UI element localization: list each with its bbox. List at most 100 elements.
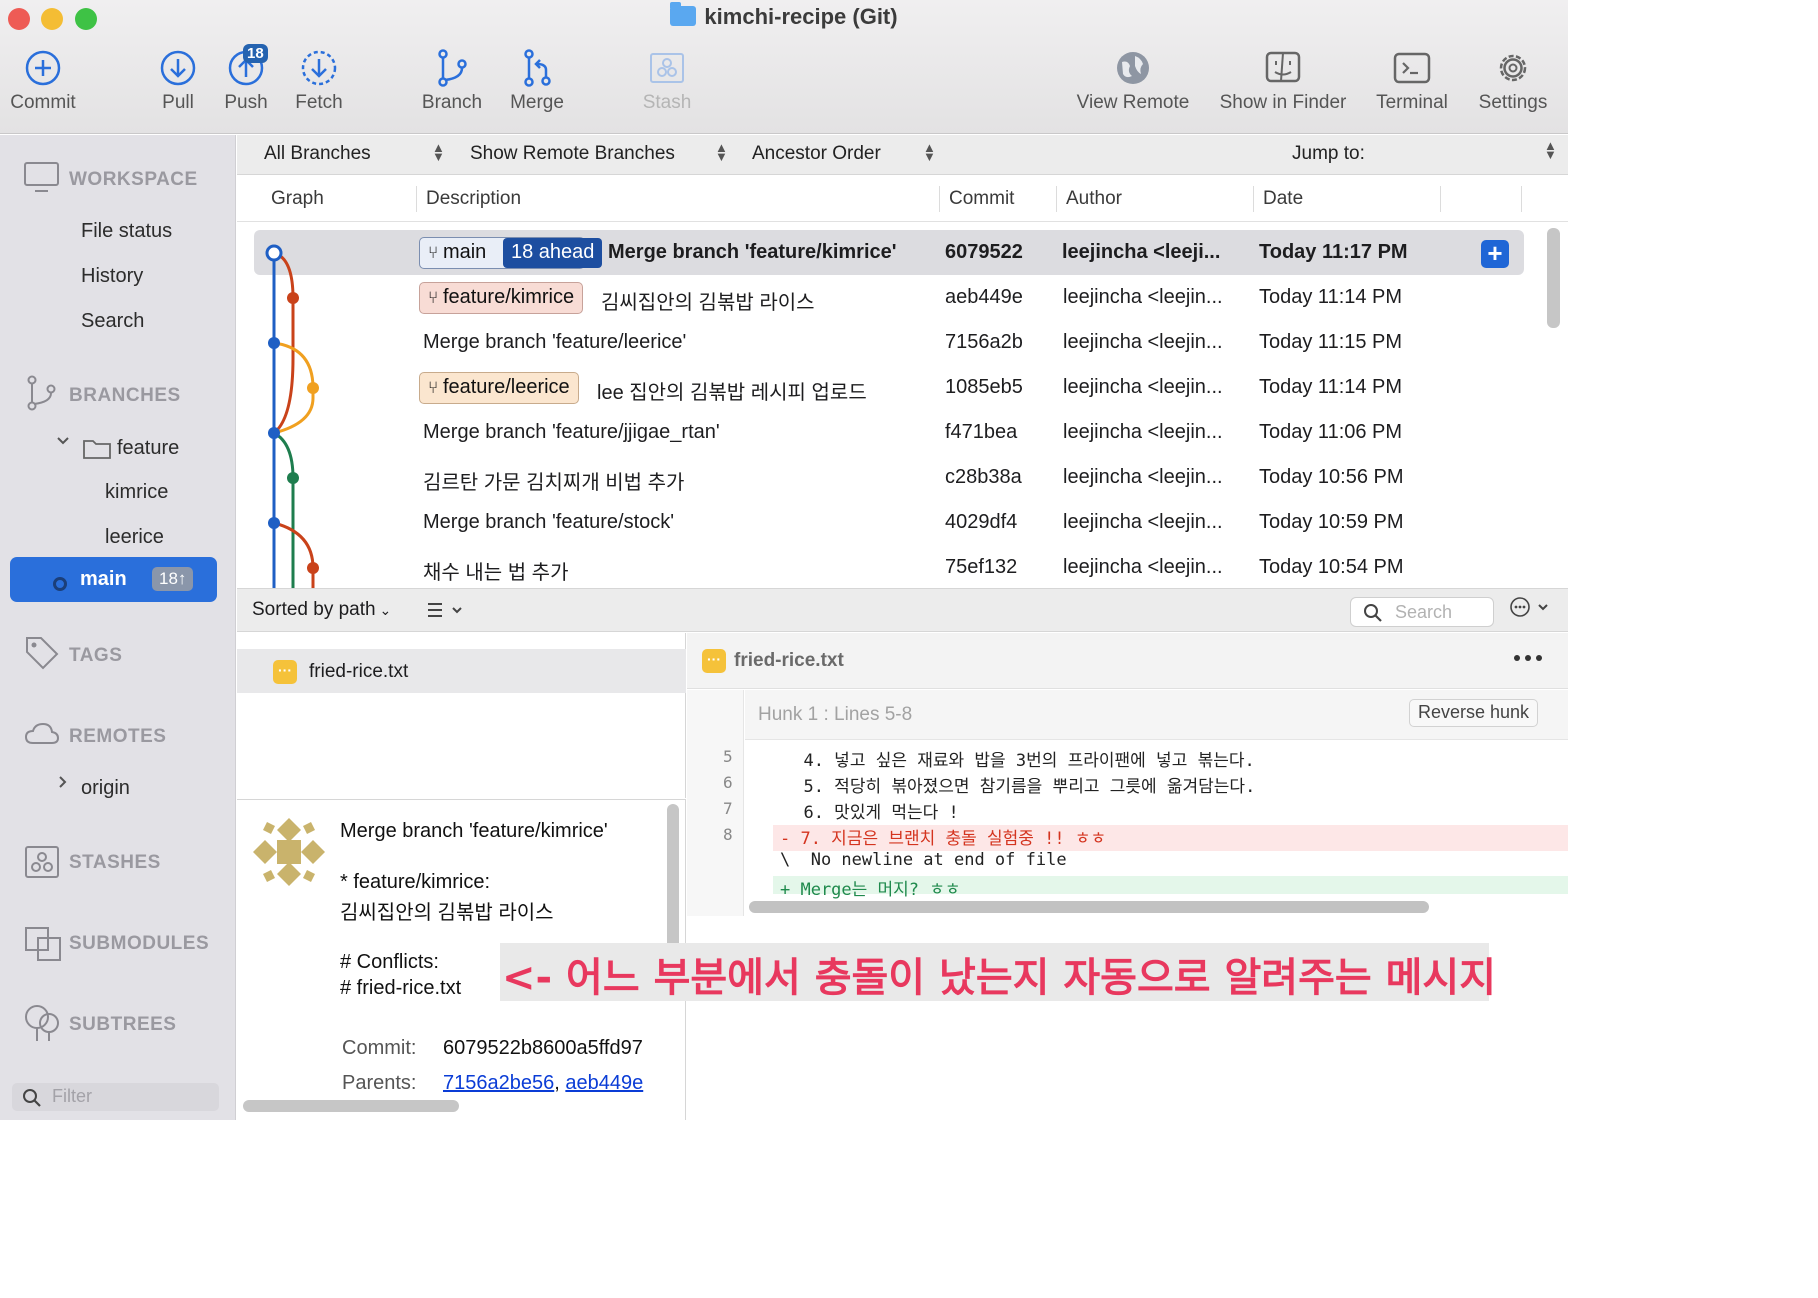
branch-icon [27, 375, 56, 411]
sidebar-branch-main[interactable]: main 18↑ [10, 557, 217, 602]
column-divider[interactable] [416, 186, 417, 212]
ahead-badge: 18↑ [152, 567, 194, 591]
pull-button[interactable]: Pull [150, 48, 206, 114]
list-view-icon[interactable] [426, 601, 466, 621]
column-graph[interactable]: Graph [271, 188, 324, 210]
branch-pill-label: feature/kimrice [442, 286, 575, 308]
column-divider[interactable] [1056, 186, 1057, 212]
sidebar-branch-kimrice[interactable]: kimrice [105, 481, 168, 504]
hunk-title: Hunk 1 : Lines 5-8 [758, 704, 913, 725]
commit-row[interactable]: 채수 내는 법 추가 75ef132 leejincha <leejin... … [237, 545, 1541, 588]
jump-to-select[interactable]: Jump to: [1292, 143, 1365, 165]
sort-label: Sorted by path [252, 599, 376, 620]
section-workspace[interactable]: WORKSPACE [69, 169, 198, 191]
show-remote-branches-select[interactable]: Show Remote Branches [470, 143, 675, 165]
column-commit[interactable]: Commit [949, 188, 1014, 210]
file-name: fried-rice.txt [309, 661, 409, 682]
sidebar-item-history[interactable]: History [81, 265, 143, 288]
sidebar-filter-input[interactable]: Filter [12, 1083, 219, 1111]
ancestor-order-select[interactable]: Ancestor Order [752, 143, 881, 165]
commit-row[interactable]: ⑂ feature/leerice lee 집안의 김볶밥 레시피 업로드 10… [237, 365, 1541, 410]
commit-description: Merge branch 'feature/kimrice' [608, 241, 897, 263]
stash-button[interactable]: Stash [636, 48, 698, 114]
file-row[interactable]: ··· fried-rice.txt [237, 649, 686, 693]
stash-label: Stash [642, 92, 692, 113]
view-remote-button[interactable]: View Remote [1070, 48, 1196, 114]
section-remotes[interactable]: REMOTES [69, 726, 166, 748]
commit-row[interactable]: ⑂ feature/kimrice 김씨집안의 김볶밥 라이스 aeb449e … [237, 275, 1541, 320]
commit-row[interactable]: 김르탄 가문 김치찌개 비법 추가 c28b38a leejincha <lee… [237, 455, 1541, 500]
more-options-icon[interactable] [1509, 597, 1555, 619]
column-author[interactable]: Author [1066, 188, 1122, 210]
branch-button[interactable]: Branch [416, 48, 488, 114]
reverse-hunk-button[interactable]: Reverse hunk [1409, 699, 1539, 727]
branch-pill-kimrice[interactable]: ⑂ feature/kimrice [419, 282, 584, 314]
diff-line: 6. 맛있게 먹는다 ! [783, 803, 959, 823]
branch-pill-label: feature/leerice [442, 376, 570, 398]
stash-icon [25, 846, 59, 878]
chevron-right-icon[interactable] [57, 775, 69, 789]
sidebar-remote-origin[interactable]: origin [81, 777, 130, 800]
parent-separator: , [554, 1072, 560, 1094]
details-horizontal-scrollbar[interactable] [243, 1100, 459, 1112]
commit-row[interactable]: Merge branch 'feature/leerice' 7156a2b l… [237, 320, 1541, 365]
parent-link[interactable]: aeb449e [565, 1072, 643, 1094]
commit-date: Today 11:14 PM [1259, 286, 1403, 308]
settings-button[interactable]: Settings [1472, 48, 1554, 114]
files-toolbar: Sorted by path ⌄ Search [237, 588, 1568, 632]
section-stashes[interactable]: STASHES [69, 852, 161, 874]
terminal-icon [1393, 52, 1431, 84]
commit-icon [25, 50, 61, 86]
fetch-button[interactable]: Fetch [288, 48, 350, 114]
branch-icon: ⑂ [428, 288, 443, 307]
sidebar-item-search[interactable]: Search [81, 310, 144, 333]
add-button[interactable]: + [1481, 240, 1509, 268]
commit-button[interactable]: Commit [5, 48, 81, 114]
column-divider[interactable] [1440, 186, 1441, 212]
chevron-down-icon[interactable] [56, 435, 70, 447]
terminal-button[interactable]: Terminal [1370, 48, 1454, 114]
commit-table-header: Graph Description Commit Author Date [237, 176, 1568, 222]
commit-row[interactable]: Merge branch 'feature/jjigae_rtan' f471b… [237, 410, 1541, 455]
file-search-input[interactable]: Search [1350, 597, 1494, 627]
parent-link[interactable]: 7156a2be56 [443, 1072, 554, 1094]
search-icon [23, 1089, 41, 1107]
all-branches-select[interactable]: All Branches [264, 143, 371, 165]
sort-select[interactable]: Sorted by path ⌄ [252, 599, 391, 621]
commit-list-scrollbar[interactable] [1547, 228, 1560, 328]
commit-author: leejincha <leejin... [1063, 466, 1223, 488]
monitor-icon [24, 162, 59, 192]
diff-file-header: ··· fried-rice.txt [687, 633, 1568, 689]
show-in-finder-button[interactable]: Show in Finder [1212, 48, 1354, 114]
cloud-icon [24, 722, 60, 744]
tree-icon [25, 1005, 59, 1041]
tag-icon [26, 637, 59, 670]
column-divider[interactable] [939, 186, 940, 212]
commit-body-line: * feature/kimrice: [340, 871, 491, 893]
branch-pill-leerice[interactable]: ⑂ feature/leerice [419, 372, 579, 404]
section-subtrees[interactable]: SUBTREES [69, 1014, 176, 1036]
branch-filter-bar: All Branches ▲ ▼ Show Remote Branches ▲ ▼ … [237, 135, 1568, 175]
commit-row[interactable]: ⑂ main 18 ahead Merge branch 'feature/ki… [254, 230, 1524, 275]
commit-author: leejincha <leejin... [1063, 331, 1223, 353]
column-date[interactable]: Date [1263, 188, 1303, 210]
section-tags[interactable]: TAGS [69, 645, 122, 667]
line-number: 6 [723, 773, 733, 792]
column-divider[interactable] [1253, 186, 1254, 212]
sidebar-item-file-status[interactable]: File status [81, 220, 172, 243]
commit-row[interactable]: Merge branch 'feature/stock' 4029df4 lee… [237, 500, 1541, 545]
section-branches[interactable]: BRANCHES [69, 385, 181, 407]
commit-description: lee 집안의 김볶밥 레시피 업로드 [597, 382, 867, 404]
column-description[interactable]: Description [426, 188, 521, 210]
more-icon[interactable] [1513, 653, 1543, 663]
stash-icon [650, 53, 684, 83]
commit-description: 김씨집안의 김볶밥 라이스 [601, 292, 815, 314]
push-count-badge: 18 [243, 44, 268, 63]
diff-horizontal-scrollbar[interactable] [749, 901, 1429, 913]
sidebar-folder-feature[interactable]: feature [117, 437, 179, 460]
merge-button[interactable]: Merge [504, 48, 570, 114]
sidebar-branch-leerice[interactable]: leerice [105, 526, 164, 549]
filter-placeholder: Filter [52, 1086, 92, 1106]
column-divider[interactable] [1521, 186, 1522, 212]
section-submodules[interactable]: SUBMODULES [69, 933, 209, 955]
